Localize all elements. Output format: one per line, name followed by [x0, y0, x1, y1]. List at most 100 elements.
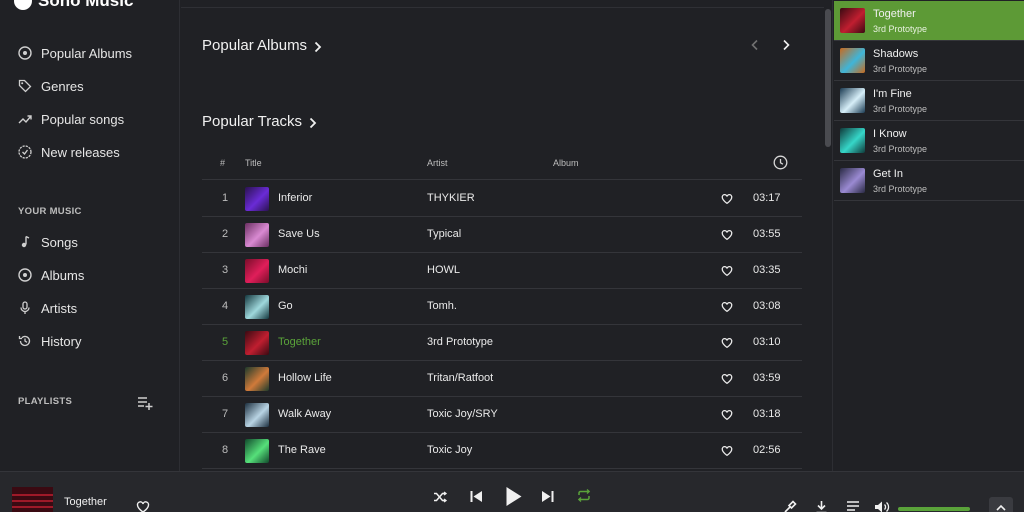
track-cover[interactable]	[245, 259, 269, 283]
nav-artists[interactable]: Artists	[18, 298, 77, 318]
nav-albums[interactable]: Albums	[18, 265, 84, 285]
app-logo[interactable]: Sono Music	[14, 0, 133, 12]
track-artist[interactable]: Tritan/Ratfoot	[427, 372, 493, 384]
download-icon[interactable]	[815, 500, 828, 512]
queue-item-cover	[840, 168, 865, 193]
logo-icon	[14, 0, 32, 10]
track-duration: 03:18	[753, 408, 781, 420]
track-row[interactable]: 7 Walk Away Toxic Joy/SRY 03:18	[202, 397, 802, 433]
like-heart-icon[interactable]	[721, 229, 733, 241]
now-playing-cover[interactable]	[12, 487, 53, 512]
like-heart-icon[interactable]	[136, 500, 150, 512]
track-number: 6	[221, 372, 229, 384]
track-number: 3	[221, 264, 229, 276]
queue-item-cover	[840, 128, 865, 153]
col-artist[interactable]: Artist	[427, 158, 448, 168]
next-icon[interactable]	[541, 490, 555, 508]
queue-item[interactable]: Shadows 3rd Prototype	[834, 41, 1024, 81]
track-title[interactable]: The Rave	[278, 444, 326, 456]
track-title[interactable]: Save Us	[278, 228, 320, 240]
track-duration: 03:59	[753, 372, 781, 384]
carousel-prev-icon[interactable]	[748, 38, 762, 52]
track-cover[interactable]	[245, 403, 269, 427]
track-row[interactable]: 1 Inferior THYKIER 03:17	[202, 181, 802, 217]
track-row[interactable]: 4 Go Tomh. 03:08	[202, 289, 802, 325]
track-cover[interactable]	[245, 295, 269, 319]
volume-slider[interactable]	[898, 507, 970, 511]
repeat-icon[interactable]	[577, 489, 591, 507]
popular-albums-link[interactable]: Popular Albums	[202, 37, 323, 54]
now-playing-title[interactable]: Together	[64, 496, 107, 508]
queue-item-artist: 3rd Prototype	[873, 24, 928, 34]
playlists-heading: PLAYLISTS	[18, 396, 73, 407]
scrollbar-thumb[interactable]	[825, 9, 831, 147]
track-cover[interactable]	[245, 187, 269, 211]
main-content: Popular Albums Popular Tracks # Title Ar…	[181, 0, 824, 471]
queue-item[interactable]: Together 3rd Prototype	[834, 1, 1024, 41]
microphone-icon[interactable]	[783, 500, 797, 512]
track-title[interactable]: Hollow Life	[278, 372, 332, 384]
chevron-right-icon	[313, 40, 323, 52]
col-title[interactable]: Title	[245, 158, 262, 168]
like-heart-icon[interactable]	[721, 409, 733, 421]
like-heart-icon[interactable]	[721, 337, 733, 349]
shuffle-icon[interactable]	[433, 490, 448, 508]
like-heart-icon[interactable]	[721, 265, 733, 277]
tracks-table-header: # Title Artist Album	[202, 150, 802, 180]
queue-item-title: I Know	[873, 128, 907, 140]
nav-popular-albums[interactable]: Popular Albums	[18, 43, 132, 63]
track-row[interactable]: 6 Hollow Life Tritan/Ratfoot 03:59	[202, 361, 802, 397]
sidebar: Sono Music Popular Albums Genres Popular…	[0, 0, 180, 471]
nav-songs[interactable]: Songs	[18, 232, 78, 252]
volume-icon[interactable]	[874, 500, 890, 512]
queue-item[interactable]: I'm Fine 3rd Prototype	[834, 81, 1024, 121]
track-artist[interactable]: 3rd Prototype	[427, 336, 493, 348]
like-heart-icon[interactable]	[721, 373, 733, 385]
expand-player-button[interactable]	[989, 497, 1013, 512]
track-title[interactable]: Mochi	[278, 264, 307, 276]
like-heart-icon[interactable]	[721, 445, 733, 457]
nav-genres[interactable]: Genres	[18, 76, 84, 96]
header-divider	[181, 7, 824, 8]
nav-label: Popular songs	[41, 111, 125, 127]
track-row[interactable]: 3 Mochi HOWL 03:35	[202, 253, 802, 289]
track-cover[interactable]	[245, 439, 269, 463]
play-queue: Together 3rd Prototype Shadows 3rd Prototyp…	[832, 0, 1024, 471]
track-artist[interactable]: Typical	[427, 228, 461, 240]
col-album[interactable]: Album	[553, 158, 579, 168]
track-title[interactable]: Go	[278, 300, 293, 312]
nav-popular-songs[interactable]: Popular songs	[18, 109, 124, 129]
track-row[interactable]: 2 Save Us Typical 03:55	[202, 217, 802, 253]
previous-icon[interactable]	[469, 490, 483, 508]
track-cover[interactable]	[245, 331, 269, 355]
carousel-next-icon[interactable]	[779, 38, 793, 52]
track-cover[interactable]	[245, 223, 269, 247]
scrollbar[interactable]	[824, 7, 832, 471]
track-title[interactable]: Walk Away	[278, 408, 331, 420]
new-releases-icon	[18, 145, 32, 159]
like-heart-icon[interactable]	[721, 193, 733, 205]
track-number: 4	[221, 300, 229, 312]
track-artist[interactable]: HOWL	[427, 264, 460, 276]
track-cover[interactable]	[245, 367, 269, 391]
play-icon[interactable]	[505, 486, 522, 512]
nav-history[interactable]: History	[18, 331, 81, 351]
track-artist[interactable]: Tomh.	[427, 300, 457, 312]
like-heart-icon[interactable]	[721, 301, 733, 313]
queue-item[interactable]: Get In 3rd Prototype	[834, 161, 1024, 201]
track-row[interactable]: 5 Together 3rd Prototype 03:10	[202, 325, 802, 361]
track-artist[interactable]: THYKIER	[427, 192, 475, 204]
chevron-right-icon	[308, 116, 318, 128]
queue-item[interactable]: I Know 3rd Prototype	[834, 121, 1024, 161]
track-artist[interactable]: Toxic Joy	[427, 444, 472, 456]
music-app: Sono Music Popular Albums Genres Popular…	[0, 0, 1024, 512]
track-title[interactable]: Together	[278, 336, 321, 348]
track-row[interactable]: 8 The Rave Toxic Joy 02:56	[202, 433, 802, 469]
queue-list-icon[interactable]	[846, 500, 860, 512]
add-playlist-icon[interactable]	[137, 395, 153, 411]
popular-albums-heading: Popular Albums	[202, 37, 308, 54]
popular-tracks-link[interactable]: Popular Tracks	[202, 113, 318, 130]
track-artist[interactable]: Toxic Joy/SRY	[427, 408, 498, 420]
nav-new-releases[interactable]: New releases	[18, 142, 120, 162]
track-title[interactable]: Inferior	[278, 192, 312, 204]
